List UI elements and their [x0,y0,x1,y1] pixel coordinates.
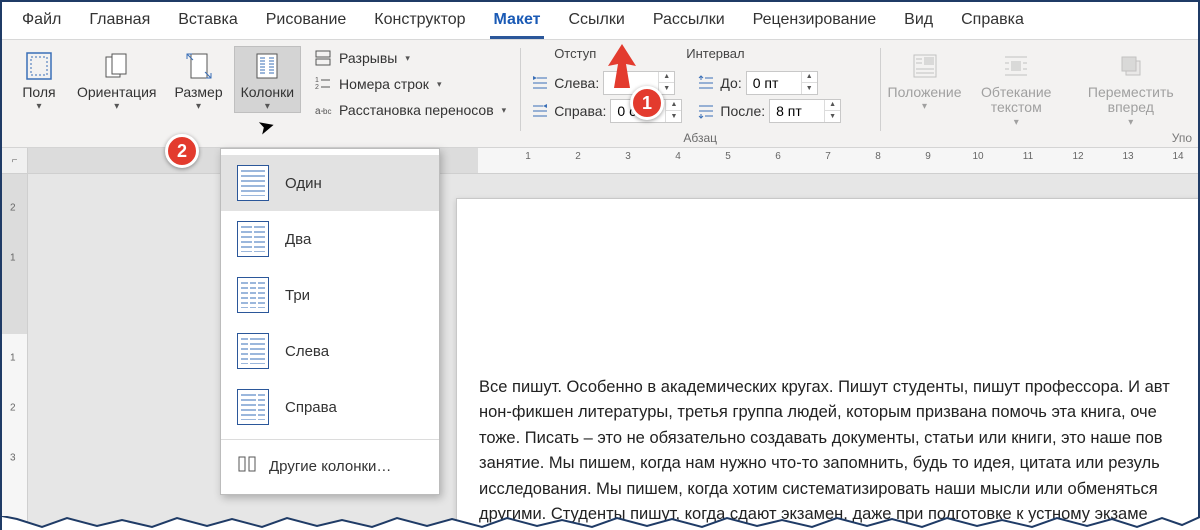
chevron-down-icon: ▾ [36,102,41,112]
hyphenation-button[interactable]: a-bc Расстановка переносов ▾ [309,98,510,122]
position-button[interactable]: Положение ▾ [890,46,959,113]
vertical-ruler[interactable]: 21123 [2,148,28,528]
wrap-text-button[interactable]: Обтекание текстом ▾ [963,46,1070,129]
hyphenation-icon: a-bc [313,100,333,120]
columns-button[interactable]: Колонки ▾ [234,46,301,113]
size-button[interactable]: Размер ▾ [167,46,229,113]
document-page[interactable]: Все пишут. Особенно в академических круг… [456,198,1198,528]
spacing-before-icon [696,73,716,93]
tab-home[interactable]: Главная [75,3,164,39]
margins-button[interactable]: Поля ▾ [12,46,66,113]
spin-down[interactable]: ▼ [825,111,840,122]
chevron-down-icon: ▾ [114,102,119,112]
tab-help[interactable]: Справка [947,3,1038,39]
spin-down[interactable]: ▼ [659,83,674,94]
indent-header: Отступ [554,46,596,64]
columns-more-button[interactable]: Другие колонки… [221,444,439,488]
breaks-button[interactable]: Разрывы ▾ [309,46,510,70]
columns-left-icon [237,333,269,369]
spin-down[interactable]: ▼ [666,111,681,122]
svg-text:1: 1 [315,77,319,84]
group-paragraph: Отступ Интервал Слева: ▲▼ [520,40,880,147]
columns-icon [250,49,284,83]
spacing-after-label: После: [720,103,765,119]
tab-file[interactable]: Файл [8,3,75,39]
annotation-badge-2: 2 [165,134,199,168]
spacing-before-input[interactable]: ▲▼ [746,71,818,95]
columns-option-right[interactable]: Справа [221,379,439,435]
columns-right-icon [237,389,269,425]
chevron-down-icon: ▾ [1014,118,1019,128]
spin-up[interactable]: ▲ [825,100,840,112]
truncated-group-label: Упо [1172,131,1192,145]
columns-dropdown: Один Два Три Слева Справа Другие колонки… [220,148,440,495]
margins-icon [22,49,56,83]
position-icon [908,49,942,83]
columns-option-two[interactable]: Два [221,211,439,267]
spacing-after-input[interactable]: ▲▼ [769,99,841,123]
bring-forward-button[interactable]: Переместить вперед ▾ [1074,46,1188,129]
spacing-header: Интервал [686,46,744,64]
chevron-down-icon: ▾ [502,105,507,116]
spin-up[interactable]: ▲ [802,72,817,84]
columns-two-icon [237,221,269,257]
spin-up[interactable]: ▲ [659,72,674,84]
columns-more-icon [237,454,257,478]
indent-right-label: Справа: [554,103,606,119]
horizontal-ruler[interactable]: 211234567891011121314 [28,148,1198,174]
document-workspace: ⌐ 211234567891011121314 21123 Все пишут.… [2,148,1198,528]
tab-references[interactable]: Ссылки [554,3,638,39]
group-arrange: Положение ▾ Обтекание текстом ▾ Перемест… [880,40,1198,147]
line-numbers-button[interactable]: 12 Номера строк ▾ [309,72,510,96]
chevron-down-icon: ▾ [437,79,442,90]
line-numbers-icon: 12 [313,74,333,94]
wrap-text-icon [999,49,1033,83]
columns-option-one[interactable]: Один [221,155,439,211]
indent-right-icon [530,101,550,121]
tab-view[interactable]: Вид [890,3,947,39]
columns-one-icon [237,165,269,201]
chevron-down-icon: ▾ [265,102,270,112]
spacing-before-label: До: [720,75,741,91]
annotation-badge-1: 1 [630,86,664,120]
chevron-down-icon: ▾ [405,53,410,64]
tab-design[interactable]: Конструктор [360,3,479,39]
menu-separator [221,439,439,440]
tab-review[interactable]: Рецензирование [739,3,891,39]
orientation-icon [100,49,134,83]
chevron-down-icon: ▾ [1128,118,1133,128]
menu-bar: Файл Главная Вставка Рисование Конструкт… [2,2,1198,40]
document-body-text: Все пишут. Особенно в академических круг… [479,378,1170,528]
orientation-button[interactable]: Ориентация ▾ [70,46,163,113]
svg-text:2: 2 [315,84,319,91]
group-label-paragraph: Абзац [530,129,870,145]
columns-three-icon [237,277,269,313]
spacing-after-icon [696,101,716,121]
chevron-down-icon: ▾ [196,102,201,112]
page-size-icon [182,49,216,83]
indent-left-icon [530,73,550,93]
bring-forward-icon [1114,49,1148,83]
columns-option-left[interactable]: Слева [221,323,439,379]
tab-layout[interactable]: Макет [480,3,555,39]
tab-mailings[interactable]: Рассылки [639,3,739,39]
chevron-down-icon: ▾ [922,102,927,112]
breaks-icon [313,48,333,68]
columns-option-three[interactable]: Три [221,267,439,323]
spin-down[interactable]: ▼ [802,83,817,94]
tab-insert[interactable]: Вставка [164,3,251,39]
spin-up[interactable]: ▲ [666,100,681,112]
svg-text:bc: bc [323,107,331,116]
ruler-corner: ⌐ [2,148,28,174]
tab-draw[interactable]: Рисование [252,3,361,39]
